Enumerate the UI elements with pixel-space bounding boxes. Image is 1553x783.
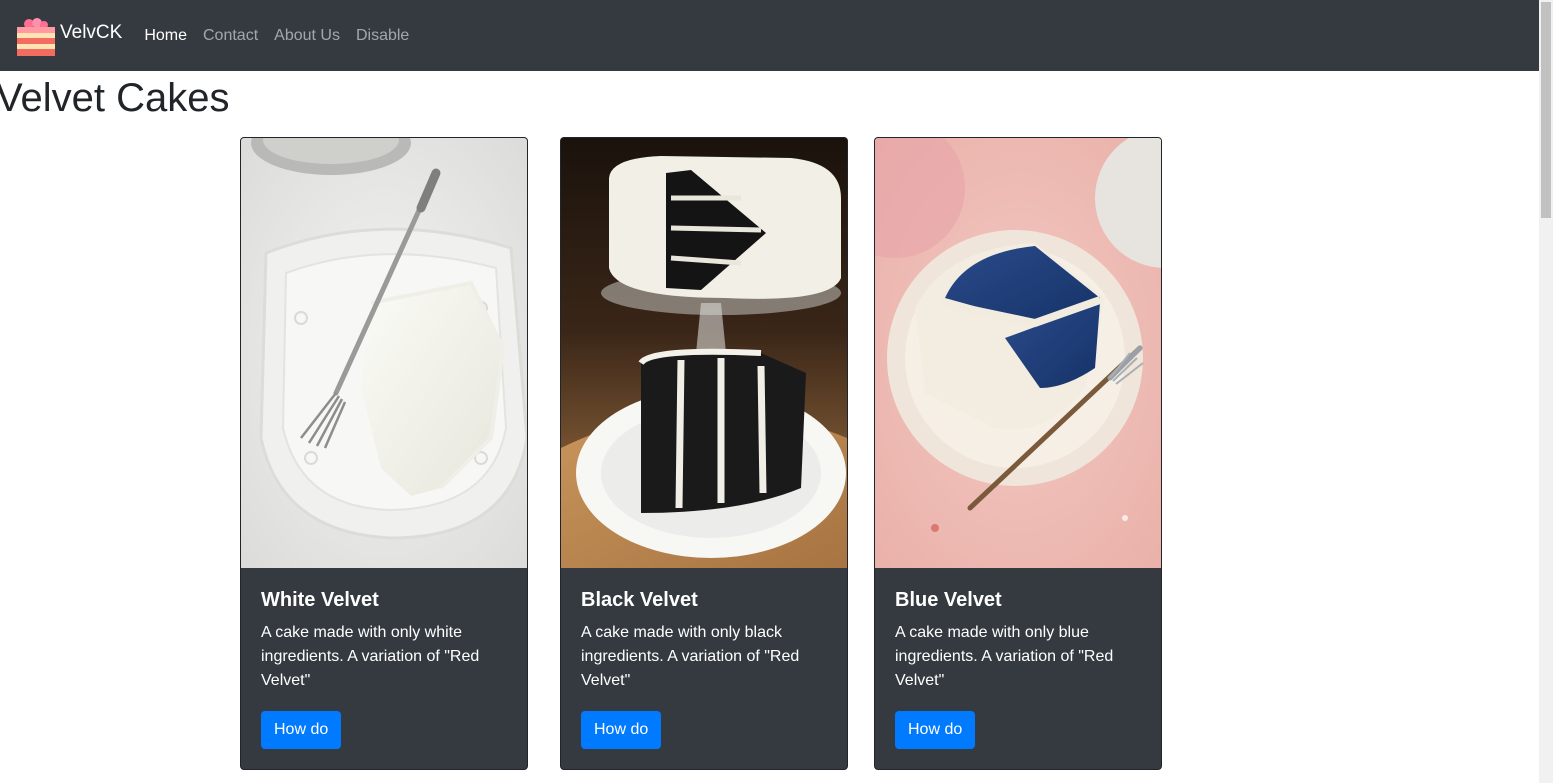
brand-link[interactable]: VelvCK	[16, 15, 122, 57]
black-velvet-cake-image	[561, 138, 847, 568]
card-title: Blue Velvet	[895, 589, 1002, 611]
navbar: VelvCK Home Contact About Us Disable	[0, 0, 1539, 71]
how-do-button-white-velvet[interactable]: How do	[261, 711, 342, 749]
card-body: Black Velvet A cake made with only black…	[581, 588, 831, 693]
card-text: A cake made with only white ingredients.…	[261, 624, 480, 689]
how-do-button-blue-velvet[interactable]: How do	[895, 711, 976, 749]
card-black-velvet: Black Velvet A cake made with only black…	[560, 137, 848, 770]
scrollbar-thumb[interactable]	[1541, 2, 1551, 218]
nav-link-home[interactable]: Home	[144, 27, 187, 45]
nav-link-about-us[interactable]: About Us	[274, 27, 340, 45]
how-do-button-black-velvet[interactable]: How do	[581, 711, 662, 749]
brand-name: VelvCK	[60, 21, 123, 43]
page-title: Velvet Cakes	[0, 76, 230, 120]
nav-link-contact[interactable]: Contact	[203, 27, 258, 45]
card-white-velvet: White Velvet A cake made with only white…	[240, 137, 528, 770]
card-title: Black Velvet	[581, 589, 698, 611]
card-body: Blue Velvet A cake made with only blue i…	[895, 588, 1145, 693]
cake-logo-icon	[17, 17, 55, 56]
card-blue-velvet: Blue Velvet A cake made with only blue i…	[874, 137, 1162, 770]
card-text: A cake made with only black ingredients.…	[581, 624, 800, 689]
nav-link-disable[interactable]: Disable	[356, 27, 409, 45]
card-title: White Velvet	[261, 589, 379, 611]
white-velvet-cake-image	[241, 138, 527, 568]
card-text: A cake made with only blue ingredients. …	[895, 624, 1114, 689]
card-body: White Velvet A cake made with only white…	[261, 588, 511, 693]
blue-velvet-cake-image	[875, 138, 1161, 568]
